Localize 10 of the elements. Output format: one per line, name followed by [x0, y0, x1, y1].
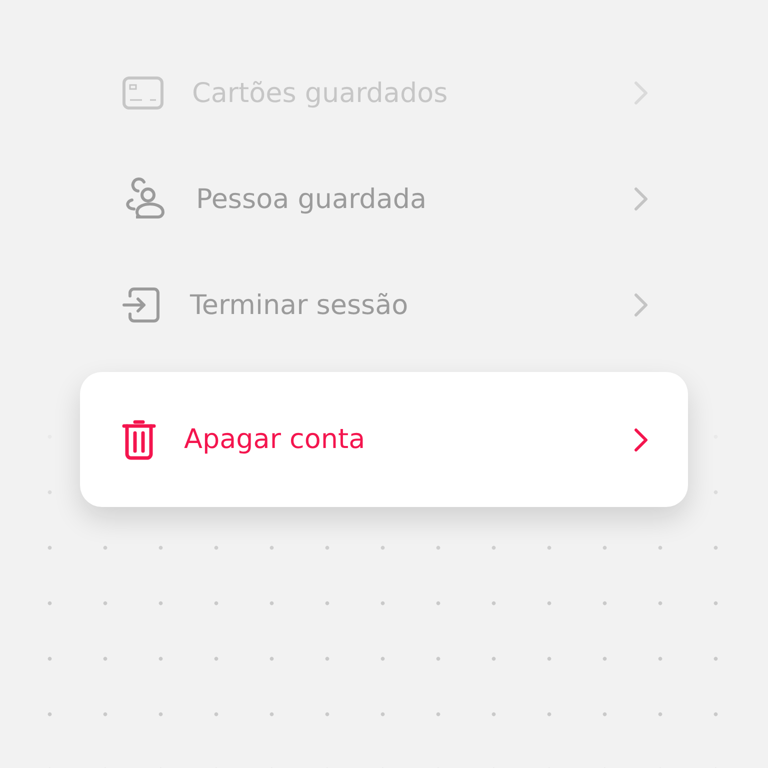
menu-item[interactable]: Pessoa guardada [80, 146, 688, 252]
credit-card-icon [122, 76, 164, 110]
menu-item[interactable]: Terminar sessão [80, 252, 688, 358]
trash-icon [122, 420, 156, 460]
sign-in-icon [122, 286, 162, 324]
menu-item[interactable]: Apagar conta [80, 372, 688, 507]
chevron-right-icon [634, 81, 648, 105]
chevron-right-icon [634, 187, 648, 211]
chevron-right-icon [634, 428, 648, 452]
chevron-right-icon [634, 293, 648, 317]
